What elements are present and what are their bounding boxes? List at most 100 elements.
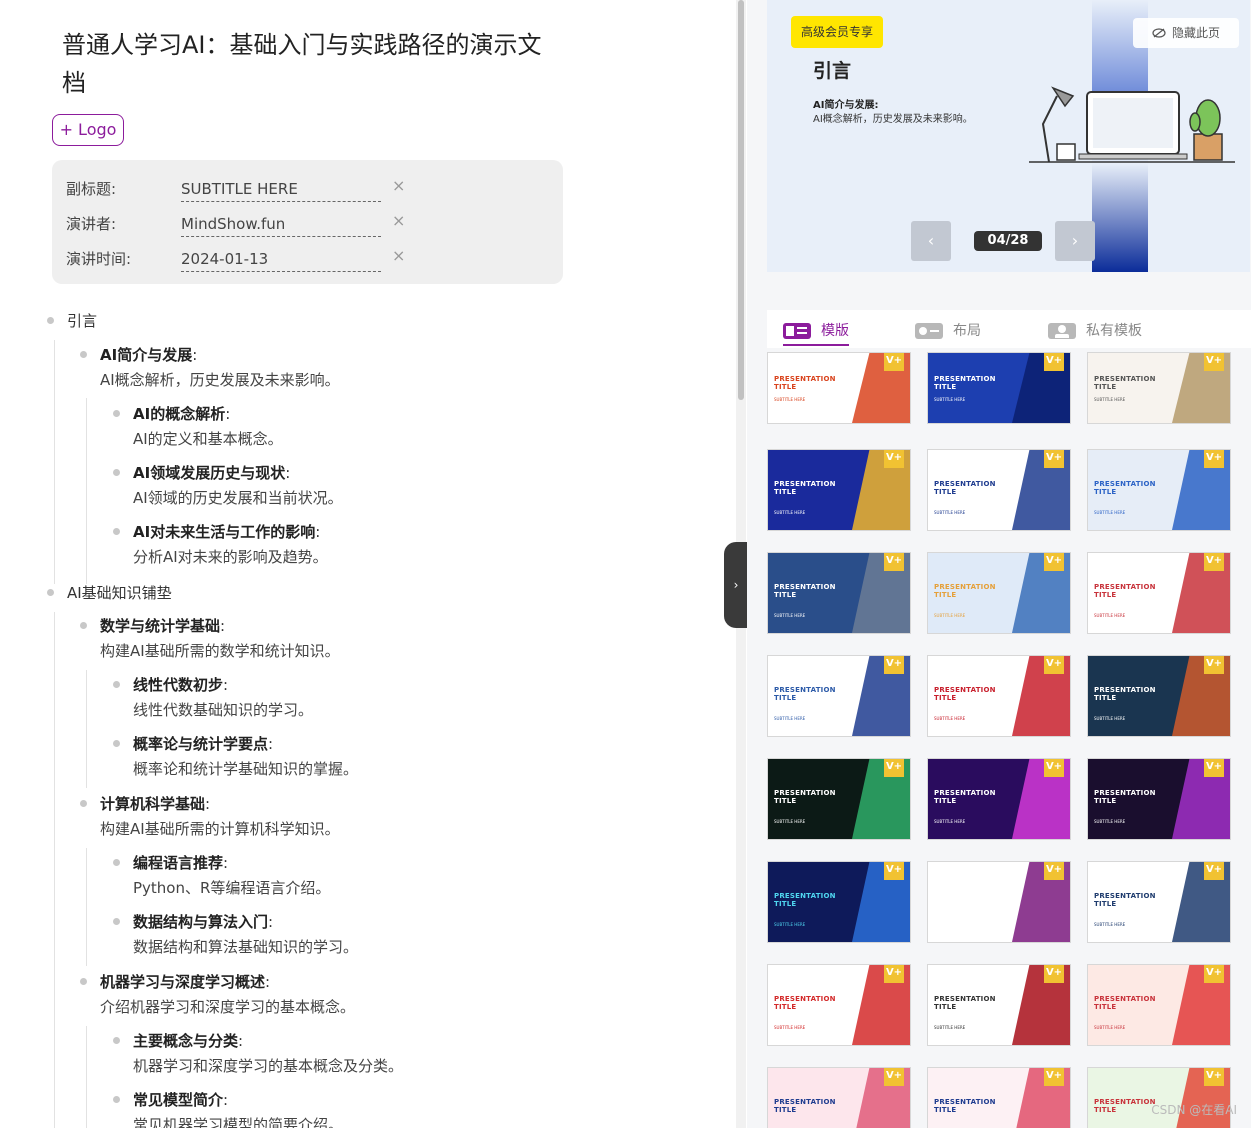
outline-node[interactable]: 机器学习与深度学习概述: 介绍机器学习和深度学习的基本概念。 [80,971,355,1017]
node-desc[interactable]: 数据结构和算法基础知识的学习。 [133,936,358,957]
bullet-icon[interactable] [113,410,120,417]
template-thumbnail[interactable]: PRESENTATION TITLESUBTITLE HEREV+ [767,352,911,424]
node-title[interactable]: AI简介与发展: [100,344,340,365]
clear-subtitle-icon[interactable]: × [392,176,405,195]
template-thumbnail[interactable]: PRESENTATION TITLESUBTITLE HEREV+ [1087,861,1231,943]
template-thumbnail[interactable]: PRESENTATION TITLESUBTITLE HEREV+ [1087,352,1231,424]
tab-templates[interactable]: 模版 [783,320,849,346]
outline-node[interactable]: 线性代数初步: 线性代数基础知识的学习。 [113,674,313,720]
bullet-icon[interactable] [113,918,120,925]
node-desc[interactable]: AI的定义和基本概念。 [133,428,283,449]
node-desc[interactable]: 概率论和统计学基础知识的掌握。 [133,758,358,779]
template-thumbnail[interactable]: PRESENTATION TITLESUBTITLE HEREV+ [927,758,1071,840]
template-thumbnail[interactable]: PRESENTATION TITLESUBTITLE HEREV+ [1087,552,1231,634]
node-title[interactable]: 数据结构与算法入门: [133,911,358,932]
clear-date-icon[interactable]: × [392,246,405,265]
document-title[interactable]: 普通人学习AI：基础入门与实践路径的演示文档 [62,26,562,102]
template-thumbnail[interactable]: PRESENTATION TITLESUBTITLE HEREV+ [1087,655,1231,737]
template-thumbnail[interactable]: PRESENTATION TITLESUBTITLE HEREV+ [767,861,911,943]
node-desc[interactable]: 介绍机器学习和深度学习的基本概念。 [100,996,355,1017]
bullet-icon[interactable] [47,317,54,324]
bullet-icon[interactable] [113,528,120,535]
subtitle-field[interactable] [181,176,381,202]
outline-node[interactable]: 概率论与统计学要点: 概率论和统计学基础知识的掌握。 [113,733,358,779]
node-title[interactable]: AI基础知识铺垫 [67,582,172,603]
node-title[interactable]: 常见模型简介: [133,1089,343,1110]
outline-node[interactable]: 数据结构与算法入门: 数据结构和算法基础知识的学习。 [113,911,358,957]
bullet-icon[interactable] [113,740,120,747]
collapse-panel-button[interactable]: › [724,542,748,628]
node-desc[interactable]: 线性代数基础知识的学习。 [133,699,313,720]
bullet-icon[interactable] [113,681,120,688]
node-title[interactable]: 线性代数初步: [133,674,313,695]
template-thumbnail[interactable]: PRESENTATION TITLESUBTITLE HEREV+ [927,861,1071,943]
outline-node[interactable]: AI领域发展历史与现状: AI领域的历史发展和当前状况。 [113,462,343,508]
template-thumbnail[interactable]: PRESENTATION TITLESUBTITLE HEREV+ [767,552,911,634]
bullet-icon[interactable] [113,1096,120,1103]
node-title[interactable]: AI的概念解析: [133,403,283,424]
outline-node[interactable]: 计算机科学基础: 构建AI基础所需的计算机科学知识。 [80,793,340,839]
template-thumbnail[interactable]: PRESENTATION TITLESUBTITLE HEREV+ [767,1067,911,1128]
outline-node[interactable]: 编程语言推荐: Python、R等编程语言介绍。 [113,852,330,898]
template-thumbnail[interactable]: PRESENTATION TITLESUBTITLE HEREV+ [1087,964,1231,1046]
prev-slide-button[interactable]: ‹ [911,221,951,261]
clear-speaker-icon[interactable]: × [392,211,405,230]
node-title[interactable]: 引言 [67,310,97,331]
node-desc[interactable]: 构建AI基础所需的计算机科学知识。 [100,818,340,839]
template-thumbnail[interactable]: PRESENTATION TITLESUBTITLE HEREV+ [1087,758,1231,840]
next-slide-button[interactable]: › [1055,221,1095,261]
node-desc[interactable]: 机器学习和深度学习的基本概念及分类。 [133,1055,403,1076]
template-thumbnail[interactable]: PRESENTATION TITLESUBTITLE HEREV+ [767,449,911,531]
node-desc[interactable]: Python、R等编程语言介绍。 [133,877,330,898]
template-thumbnail[interactable]: PRESENTATION TITLESUBTITLE HEREV+ [767,655,911,737]
speaker-field[interactable] [181,211,381,237]
bullet-icon[interactable] [80,978,87,985]
template-thumbnail[interactable]: PRESENTATION TITLESUBTITLE HEREV+ [927,552,1071,634]
node-desc[interactable]: 构建AI基础所需的数学和统计知识。 [100,640,340,661]
outline-node[interactable]: 引言 [47,310,97,331]
node-desc[interactable]: 常见机器学习模型的简要介绍。 [133,1114,343,1128]
date-field[interactable] [181,246,381,272]
outline-node[interactable]: 常见模型简介: 常见机器学习模型的简要介绍。 [113,1089,343,1128]
outline-node[interactable]: AI对未来生活与工作的影响: 分析AI对未来的影响及趋势。 [113,521,328,567]
template-thumbnail[interactable]: PRESENTATION TITLESUBTITLE HEREV+ [1087,449,1231,531]
bullet-icon[interactable] [113,469,120,476]
outline-node[interactable]: AI简介与发展: AI概念解析，历史发展及未来影响。 [80,344,340,390]
node-title[interactable]: AI领域发展历史与现状: [133,462,343,483]
template-thumbnail[interactable]: PRESENTATION TITLESUBTITLE HEREV+ [1087,1067,1231,1128]
add-logo-button[interactable]: + Logo [52,114,124,146]
scrollbar-thumb[interactable] [738,0,744,400]
node-title[interactable]: 数学与统计学基础: [100,615,340,636]
bullet-icon[interactable] [80,351,87,358]
outline-node[interactable]: AI基础知识铺垫 [47,582,172,603]
bullet-icon[interactable] [47,589,54,596]
node-title[interactable]: AI对未来生活与工作的影响: [133,521,328,542]
hide-page-button[interactable]: 隐藏此页 [1133,18,1239,48]
tab-private-templates[interactable]: 私有模板 [1048,320,1142,346]
template-thumbnail[interactable]: PRESENTATION TITLESUBTITLE HEREV+ [927,449,1071,531]
vip-tag: V+ [884,759,904,777]
node-desc[interactable]: 分析AI对未来的影响及趋势。 [133,546,328,567]
template-thumbnail[interactable]: PRESENTATION TITLESUBTITLE HEREV+ [927,352,1071,424]
template-thumbnail[interactable]: PRESENTATION TITLESUBTITLE HEREV+ [927,964,1071,1046]
template-thumbnail[interactable]: PRESENTATION TITLESUBTITLE HEREV+ [927,655,1071,737]
bullet-icon[interactable] [80,800,87,807]
bullet-icon[interactable] [113,859,120,866]
node-title[interactable]: 主要概念与分类: [133,1030,403,1051]
template-subtitle: SUBTITLE HERE [934,819,966,824]
outline-node[interactable]: 数学与统计学基础: 构建AI基础所需的数学和统计知识。 [80,615,340,661]
node-desc[interactable]: AI领域的历史发展和当前状况。 [133,487,343,508]
tab-layout[interactable]: 布局 [915,320,981,346]
node-desc[interactable]: AI概念解析，历史发展及未来影响。 [100,369,340,390]
template-thumbnail[interactable]: PRESENTATION TITLESUBTITLE HEREV+ [767,964,911,1046]
node-title[interactable]: 计算机科学基础: [100,793,340,814]
node-title[interactable]: 编程语言推荐: [133,852,330,873]
template-thumbnail[interactable]: PRESENTATION TITLESUBTITLE HEREV+ [927,1067,1071,1128]
node-title[interactable]: 概率论与统计学要点: [133,733,358,754]
template-thumbnail[interactable]: PRESENTATION TITLESUBTITLE HEREV+ [767,758,911,840]
node-title[interactable]: 机器学习与深度学习概述: [100,971,355,992]
outline-node[interactable]: 主要概念与分类: 机器学习和深度学习的基本概念及分类。 [113,1030,403,1076]
outline-node[interactable]: AI的概念解析: AI的定义和基本概念。 [113,403,283,449]
bullet-icon[interactable] [113,1037,120,1044]
bullet-icon[interactable] [80,622,87,629]
